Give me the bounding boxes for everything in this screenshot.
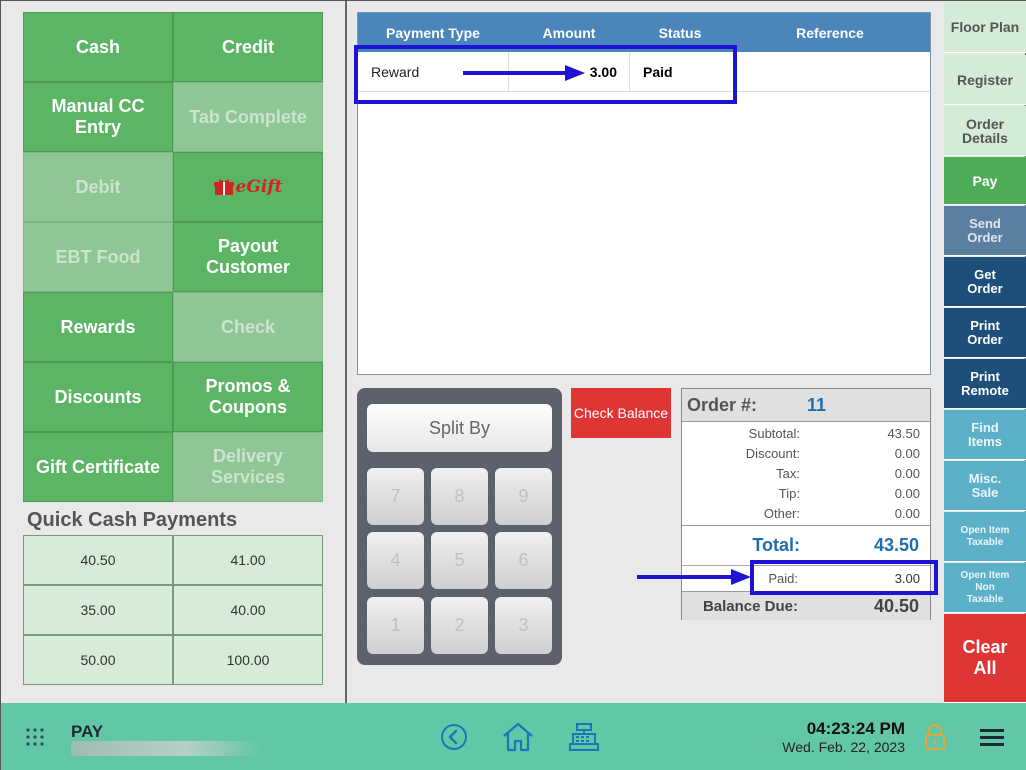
hamburger-menu-icon[interactable] — [980, 727, 1004, 747]
column-header-status: Status — [658, 24, 702, 41]
sidebar-item-pay[interactable]: Pay — [944, 157, 1026, 205]
numeric-keypad: Split By 7 8 9 4 5 6 1 2 3 — [357, 388, 562, 665]
keypad-key-7[interactable]: 7 — [367, 468, 424, 525]
keypad-key-6[interactable]: 6 — [495, 532, 552, 589]
gift-certificate-button[interactable]: Gift Certificate — [23, 432, 173, 502]
balance-due-line: Balance Due: 40.50 — [682, 591, 930, 620]
keypad-key-4[interactable]: 4 — [367, 532, 424, 589]
keypad-key-9[interactable]: 9 — [495, 468, 552, 525]
sidebar-item-get-order[interactable]: Get Order — [944, 257, 1026, 307]
other-value: 0.00 — [894, 506, 920, 521]
screen-title: PAY — [71, 722, 104, 741]
payment-method-grid: Cash Credit Manual CC Entry Tab Complete… — [23, 12, 323, 502]
debit-button[interactable]: Debit — [23, 152, 173, 222]
discount-line: Discount: 0.00 — [684, 446, 920, 461]
quick-cash-button[interactable]: 100.00 — [173, 635, 323, 685]
keypad-key-2[interactable]: 2 — [431, 597, 488, 654]
sidebar-item-order-details[interactable]: Order Details — [944, 106, 1026, 156]
split-by-button[interactable]: Split By — [367, 404, 552, 452]
delivery-services-button[interactable]: Delivery Services — [173, 432, 323, 502]
column-header-amount: Amount — [542, 24, 596, 41]
subtotal-label: Subtotal: — [748, 426, 800, 441]
keypad-key-3[interactable]: 3 — [495, 597, 552, 654]
quick-cash-grid: 40.50 41.00 35.00 40.00 50.00 100.00 — [23, 535, 323, 685]
balance-due-value: 40.50 — [873, 595, 919, 616]
arrow-annotation-icon — [637, 569, 751, 585]
sidebar-item-register[interactable]: Register — [944, 55, 1026, 105]
gift-box-icon — [213, 179, 234, 195]
keypad-key-8[interactable]: 8 — [431, 468, 488, 525]
balance-due-label: Balance Due: — [702, 597, 798, 615]
right-sidebar: Floor Plan Register Order Details Pay Se… — [944, 1, 1026, 703]
egift-logo: eGift — [213, 176, 283, 198]
quick-cash-button[interactable]: 40.50 — [23, 535, 173, 585]
order-number-value: 11 — [807, 394, 827, 415]
cash-register-icon[interactable] — [569, 723, 599, 751]
egift-label: eGift — [235, 176, 283, 197]
keypad-key-5[interactable]: 5 — [431, 532, 488, 589]
sidebar-item-misc-sale[interactable]: Misc. Sale — [944, 461, 1026, 511]
sidebar-item-print-remote[interactable]: Print Remote — [944, 359, 1026, 409]
sidebar-item-find-items[interactable]: Find Items — [944, 410, 1026, 460]
keypad-key-1[interactable]: 1 — [367, 597, 424, 654]
tax-label: Tax: — [776, 466, 800, 481]
quick-cash-button[interactable]: 35.00 — [23, 585, 173, 635]
sidebar-item-open-item-taxable[interactable]: Open Item Taxable — [944, 512, 1026, 562]
cash-button[interactable]: Cash — [23, 12, 173, 82]
payout-customer-button[interactable]: Payout Customer — [173, 222, 323, 292]
quick-cash-button[interactable]: 40.00 — [173, 585, 323, 635]
sidebar-item-open-item-non-taxable[interactable]: Open Item Non Taxable — [944, 563, 1026, 613]
tip-label: Tip: — [778, 486, 800, 501]
ebt-food-button[interactable]: EBT Food — [23, 222, 173, 292]
back-icon[interactable] — [440, 723, 468, 751]
egift-button[interactable]: eGift — [173, 152, 323, 222]
other-line: Other: 0.00 — [684, 506, 920, 521]
home-icon[interactable] — [502, 722, 534, 752]
tab-complete-button[interactable]: Tab Complete — [173, 82, 323, 152]
subtotal-line: Subtotal: 43.50 — [684, 426, 920, 441]
column-header-reference: Reference — [796, 24, 864, 41]
total-value: 43.50 — [873, 535, 919, 555]
manual-cc-entry-button[interactable]: Manual CC Entry — [23, 82, 173, 152]
tip-value: 0.00 — [894, 486, 920, 501]
quick-cash-button[interactable]: 50.00 — [23, 635, 173, 685]
pos-pay-screen: Cash Credit Manual CC Entry Tab Complete… — [0, 0, 1026, 770]
column-header-payment-type: Payment Type — [386, 24, 480, 41]
tip-line: Tip: 0.00 — [684, 486, 920, 501]
subtotal-value: 43.50 — [887, 426, 920, 441]
lock-icon[interactable] — [924, 724, 946, 750]
tax-line: Tax: 0.00 — [684, 466, 920, 481]
order-number-label: Order #: — [687, 394, 758, 415]
sidebar-item-print-order[interactable]: Print Order — [944, 308, 1026, 358]
order-number-header: Order #: 11 — [682, 389, 930, 422]
other-label: Other: — [763, 506, 800, 521]
quick-cash-title: Quick Cash Payments — [27, 509, 238, 531]
quick-cash-button[interactable]: 41.00 — [173, 535, 323, 585]
discount-value: 0.00 — [894, 446, 920, 461]
tax-value: 0.00 — [894, 466, 920, 481]
blurred-user-info — [71, 741, 261, 756]
check-button[interactable]: Check — [173, 292, 323, 362]
sidebar-item-floor-plan[interactable]: Floor Plan — [944, 1, 1026, 53]
total-line: Total: 43.50 — [682, 525, 930, 565]
promos-coupons-button[interactable]: Promos & Coupons — [173, 362, 323, 432]
discounts-button[interactable]: Discounts — [23, 362, 173, 432]
arrow-annotation-icon — [463, 65, 585, 81]
payment-methods-panel: Cash Credit Manual CC Entry Tab Complete… — [1, 1, 347, 703]
discount-label: Discount: — [745, 446, 800, 461]
sidebar-item-send-order[interactable]: Send Order — [944, 206, 1026, 256]
check-balance-button[interactable]: Check Balance — [571, 388, 671, 438]
clock-time: 04:23:24 PM — [806, 719, 905, 738]
paid-highlight — [750, 560, 938, 595]
apps-grid-icon[interactable] — [25, 727, 45, 747]
bottom-bar: PAY 04:23:24 PM Wed. Feb. 22, 2023 — [1, 703, 1026, 770]
rewards-button[interactable]: Rewards — [23, 292, 173, 362]
total-label: Total: — [752, 535, 800, 555]
clock-date: Wed. Feb. 22, 2023 — [782, 739, 905, 755]
clear-all-button[interactable]: Clear All — [944, 614, 1026, 703]
credit-button[interactable]: Credit — [173, 12, 323, 82]
